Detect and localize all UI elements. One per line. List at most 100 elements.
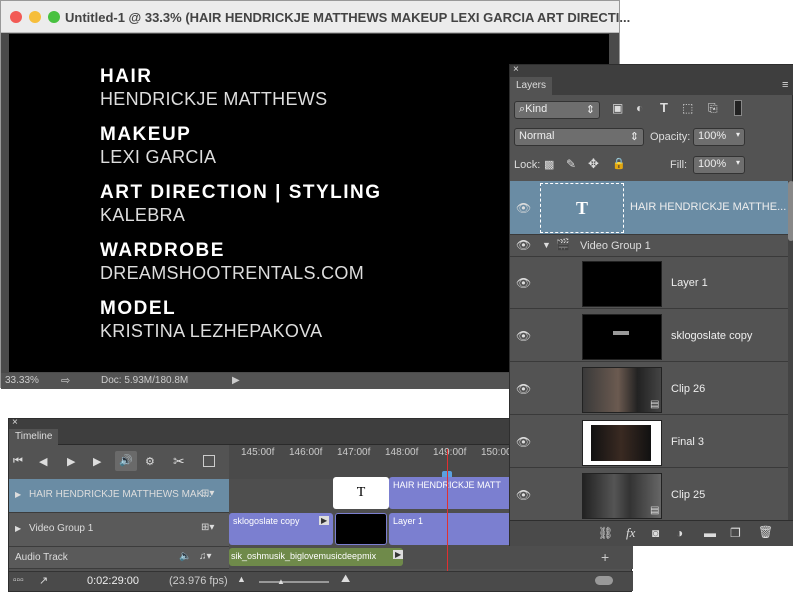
adjustment-filter-icon[interactable]: ◐: [636, 101, 643, 115]
lock-transparency-icon[interactable]: ▩: [544, 158, 554, 171]
layer-name: Layer 1: [671, 277, 708, 289]
zoom-in-icon[interactable]: ⛰: [341, 573, 350, 586]
smart-object-filter-icon[interactable]: ⎘: [708, 101, 718, 116]
clip-label: Layer 1: [393, 516, 424, 526]
transition-icon[interactable]: [203, 455, 215, 467]
layer-thumbnail: [582, 261, 662, 307]
panel-menu-icon[interactable]: ≡: [782, 79, 788, 91]
layer-row[interactable]: 👁 Final 3: [510, 416, 788, 468]
text-clip[interactable]: HAIR HENDRICKJE MATT: [389, 477, 513, 509]
expand-arrow-icon[interactable]: ▶: [15, 524, 21, 533]
chevron-updown-icon: ⇕: [585, 104, 595, 116]
expand-arrow-icon[interactable]: ▶: [15, 490, 21, 499]
track-header-audio[interactable]: Audio Track 🔈 ♫▾: [9, 547, 229, 569]
frame-rate: (23.976 fps): [169, 575, 228, 587]
clip-sklogoslate[interactable]: sklogoslate copy ▶: [229, 513, 333, 545]
layer-row[interactable]: 👁 sklogoslate copy: [510, 310, 788, 362]
layer-row[interactable]: 👁 ▤ Clip 25: [510, 469, 788, 521]
trash-icon[interactable]: 🗑: [758, 525, 773, 539]
credit-heading: HAIR: [100, 66, 153, 87]
scroll-handle[interactable]: [595, 576, 613, 585]
opacity-field[interactable]: 100% ▾: [693, 128, 745, 146]
fill-field[interactable]: 100% ▾: [693, 156, 745, 174]
blend-mode-value: Normal: [519, 130, 555, 142]
scrollbar[interactable]: [788, 181, 793, 520]
add-media-button[interactable]: +: [601, 549, 609, 565]
clip-menu-icon[interactable]: ▶: [393, 550, 403, 559]
fx-icon[interactable]: fx: [626, 525, 635, 541]
clip-layer1[interactable]: Layer 1: [389, 513, 513, 545]
link-icon[interactable]: ⛓: [598, 526, 613, 540]
shape-filter-icon[interactable]: ⬚: [682, 101, 693, 115]
scrollbar-thumb[interactable]: [788, 181, 793, 241]
first-frame-icon[interactable]: ⏮: [13, 455, 23, 468]
status-menu-arrow[interactable]: ▶: [232, 375, 240, 386]
clip-label: sik_oshmusik_biglovemusicdeepmix: [231, 551, 377, 561]
film-icon[interactable]: ⊞▾: [201, 522, 214, 533]
pixel-filter-icon[interactable]: ▣: [612, 101, 623, 115]
credit-heading: MAKEUP: [100, 124, 192, 145]
zoom-out-icon[interactable]: ▲: [237, 574, 246, 584]
render-icon[interactable]: ↗: [39, 574, 48, 587]
folder-icon[interactable]: ▬: [704, 526, 716, 540]
play-icon[interactable]: ▶: [67, 455, 75, 468]
type-filter-icon[interactable]: T: [660, 100, 668, 115]
speaker-icon[interactable]: 🔈: [179, 551, 191, 562]
lock-all-icon[interactable]: 🔒: [612, 157, 626, 170]
layer-row[interactable]: 👁 Layer 1: [510, 257, 788, 309]
gear-icon[interactable]: ⚙: [145, 455, 155, 468]
blend-mode-select[interactable]: Normal ⇕: [514, 128, 644, 146]
export-icon[interactable]: ⇨: [61, 374, 70, 387]
eye-icon[interactable]: 👁: [516, 276, 531, 290]
previous-frame-icon[interactable]: ◀: [39, 455, 47, 468]
eye-icon[interactable]: 👁: [516, 382, 531, 396]
track-header-video-group[interactable]: ▶ Video Group 1 ⊞▾: [9, 513, 229, 547]
music-note-icon[interactable]: ♫▾: [199, 551, 212, 562]
clip-layer1-thumb[interactable]: [335, 513, 387, 545]
mask-icon[interactable]: ◙: [652, 526, 659, 540]
collapse-arrow-icon[interactable]: ▼: [542, 240, 551, 250]
text-clip-thumb[interactable]: T: [333, 477, 389, 509]
photo-frame: [591, 425, 651, 461]
document-title: Untitled-1 @ 33.3% (HAIR HENDRICKJE MATT…: [65, 10, 631, 25]
layers-panel: × Layers ≡ ⌕Kind ⇕ ▣ ◐ T ⬚ ⎘ Normal ⇕ Op…: [509, 64, 793, 546]
tab-layers[interactable]: Layers: [510, 77, 553, 95]
audio-clip[interactable]: sik_oshmusik_biglovemusicdeepmix ▶: [229, 548, 403, 566]
eye-icon[interactable]: 👁: [516, 238, 531, 252]
kind-filter-select[interactable]: ⌕Kind ⇕: [514, 101, 600, 119]
eye-icon[interactable]: 👁: [516, 435, 531, 449]
layer-thumbnail: [582, 420, 662, 466]
frame-animation-icon[interactable]: ▫▫▫: [13, 575, 24, 586]
scissors-icon[interactable]: ✂: [173, 453, 185, 470]
audio-icon[interactable]: 🔊: [115, 451, 137, 471]
eye-icon[interactable]: 👁: [516, 488, 531, 502]
layer-name: Video Group 1: [580, 240, 651, 252]
clip-menu-icon[interactable]: ▶: [319, 516, 330, 525]
credit-heading: MODEL: [100, 298, 177, 319]
close-window-button[interactable]: [10, 11, 22, 23]
zoom-slider[interactable]: [259, 581, 329, 583]
zoom-window-button[interactable]: [48, 11, 60, 23]
zoom-level[interactable]: 33.33%: [5, 375, 39, 386]
track-header-text[interactable]: ▶ HAIR HENDRICKJE MATTHEWS MAK... ⊞▾: [9, 479, 229, 513]
layer-row-group[interactable]: 👁 ▼ 🎬 Video Group 1: [510, 235, 788, 257]
layer-row-text[interactable]: 👁 T HAIR HENDRICKJE MATTHE...: [510, 181, 788, 235]
credit-name: DREAMSHOOTRENTALS.COM: [100, 263, 364, 283]
layer-row[interactable]: 👁 ▤ Clip 26: [510, 363, 788, 415]
filter-toggle[interactable]: [734, 100, 742, 116]
close-icon[interactable]: ×: [12, 417, 18, 428]
eye-icon[interactable]: 👁: [516, 329, 531, 343]
eye-icon[interactable]: 👁: [516, 201, 531, 215]
lock-paint-icon[interactable]: ✎: [566, 157, 576, 171]
lock-position-icon[interactable]: ✥: [588, 156, 599, 172]
film-icon[interactable]: ⊞▾: [201, 488, 214, 499]
text-layer-thumb: T: [540, 183, 624, 233]
next-frame-icon[interactable]: ▶: [93, 455, 101, 468]
new-layer-icon[interactable]: ❐: [730, 526, 741, 540]
close-icon[interactable]: ×: [513, 64, 519, 75]
zoom-slider-thumb[interactable]: ▲: [277, 577, 285, 586]
adjustment-layer-icon[interactable]: ◑: [676, 526, 683, 540]
minimize-window-button[interactable]: [29, 11, 41, 23]
chevron-updown-icon: ⇕: [629, 131, 639, 143]
tab-timeline[interactable]: Timeline: [9, 429, 59, 445]
